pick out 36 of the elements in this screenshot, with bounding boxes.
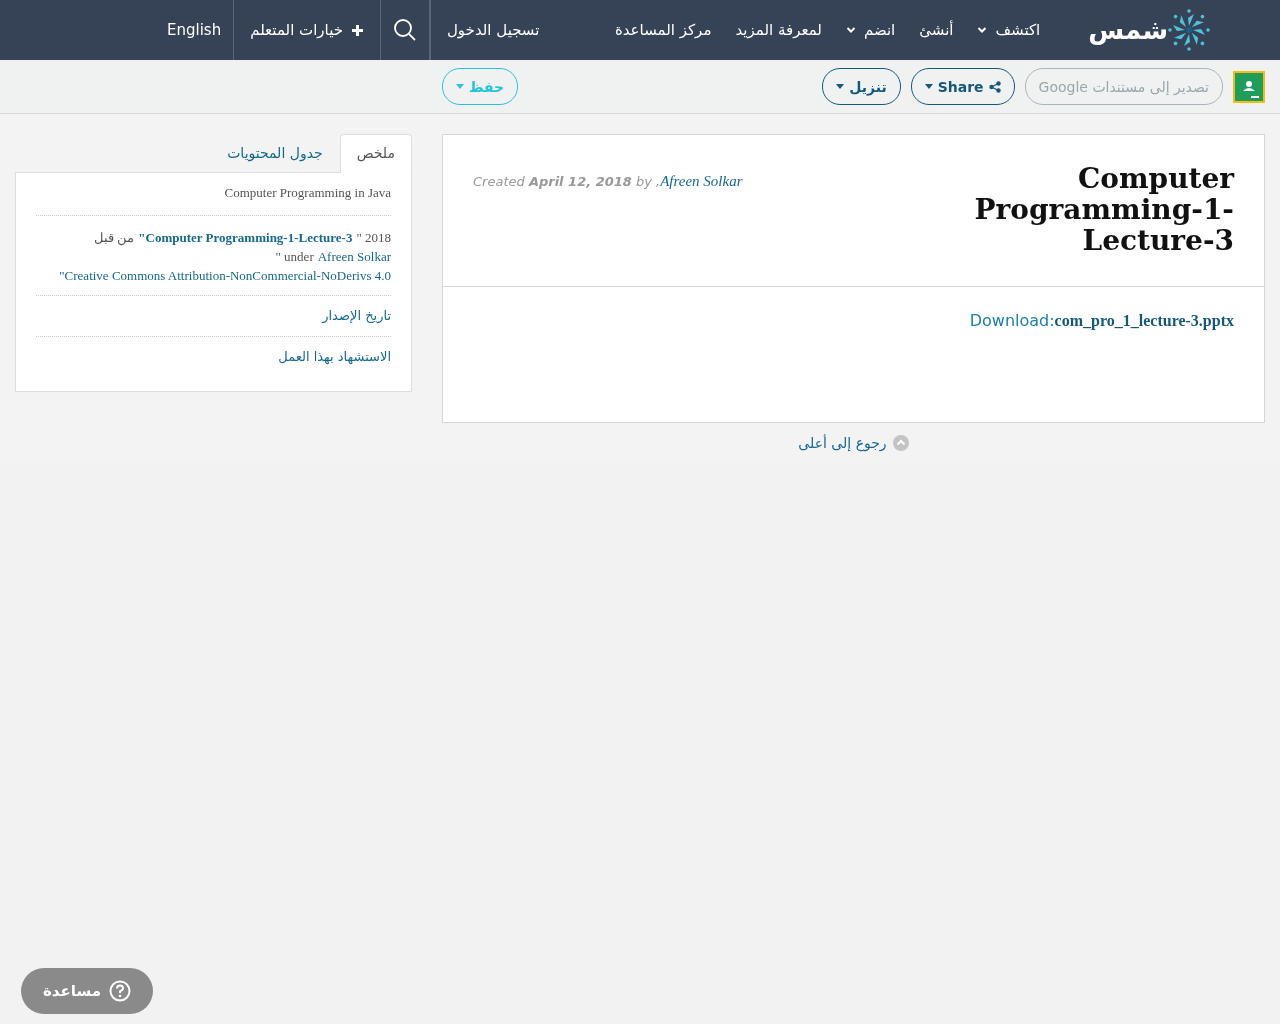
chevron-down-icon — [845, 26, 856, 34]
resource-title: Computer Programming-1-Lecture-3 — [973, 163, 1234, 256]
question-circle-icon — [108, 980, 131, 1002]
caret-icon — [924, 84, 933, 89]
sidebar-link[interactable]: تاريخ الإصدار — [36, 296, 391, 337]
nav-link[interactable]: أنشئ — [907, 21, 966, 39]
description-text: Computer Programming in Java — [36, 181, 391, 216]
help-button[interactable]: مساعدة — [21, 968, 153, 1014]
share-button[interactable]: Share — [910, 68, 1015, 105]
logo-text[interactable]: شمس — [1088, 15, 1168, 45]
sidebar-tab[interactable]: ملخص — [339, 134, 412, 173]
title-link[interactable]: Computer Programming-1-Lecture-3" — [138, 228, 353, 247]
nav-link[interactable]: انضم — [833, 21, 908, 39]
back-to-top-link[interactable]: رجوع إلى أعلى — [798, 435, 909, 451]
author-link[interactable]: Afreen Solkar — [660, 173, 743, 189]
plus-icon — [350, 23, 364, 37]
nav-link[interactable]: مركز المساعدة — [602, 21, 724, 39]
download-label: Download: — [969, 311, 1055, 330]
nav-link[interactable]: لمعرفة المزيد — [723, 21, 834, 39]
sun-burst-logo-icon[interactable] — [1168, 9, 1210, 51]
sidebar-tab[interactable]: جدول المحتويات — [210, 134, 340, 173]
caret-icon — [456, 84, 464, 89]
created-date-text: Created April 12, 2018 by , — [473, 174, 661, 189]
classroom-icon[interactable] — [1233, 70, 1265, 103]
chevron-up-circle-icon — [892, 435, 909, 451]
attribution-link[interactable]: Afreen Solkar — [317, 247, 391, 266]
language-link[interactable]: English — [155, 0, 234, 60]
sidebar-link[interactable]: الاستشهاد بهذا العمل — [36, 337, 391, 377]
nav-link[interactable]: اكتشف — [965, 21, 1053, 39]
download-button[interactable]: تنزيل — [822, 68, 901, 105]
attribution-link[interactable]: Creative Commons Attribution-NonCommercial-NoDerivs 4.0" — [59, 266, 391, 285]
search-icon — [392, 18, 417, 42]
caret-icon — [836, 84, 845, 89]
chevron-down-icon — [977, 26, 988, 34]
share-icon — [988, 80, 1001, 93]
file-download-link[interactable]: com_pro_1_lecture-3.pptx — [1054, 312, 1234, 329]
